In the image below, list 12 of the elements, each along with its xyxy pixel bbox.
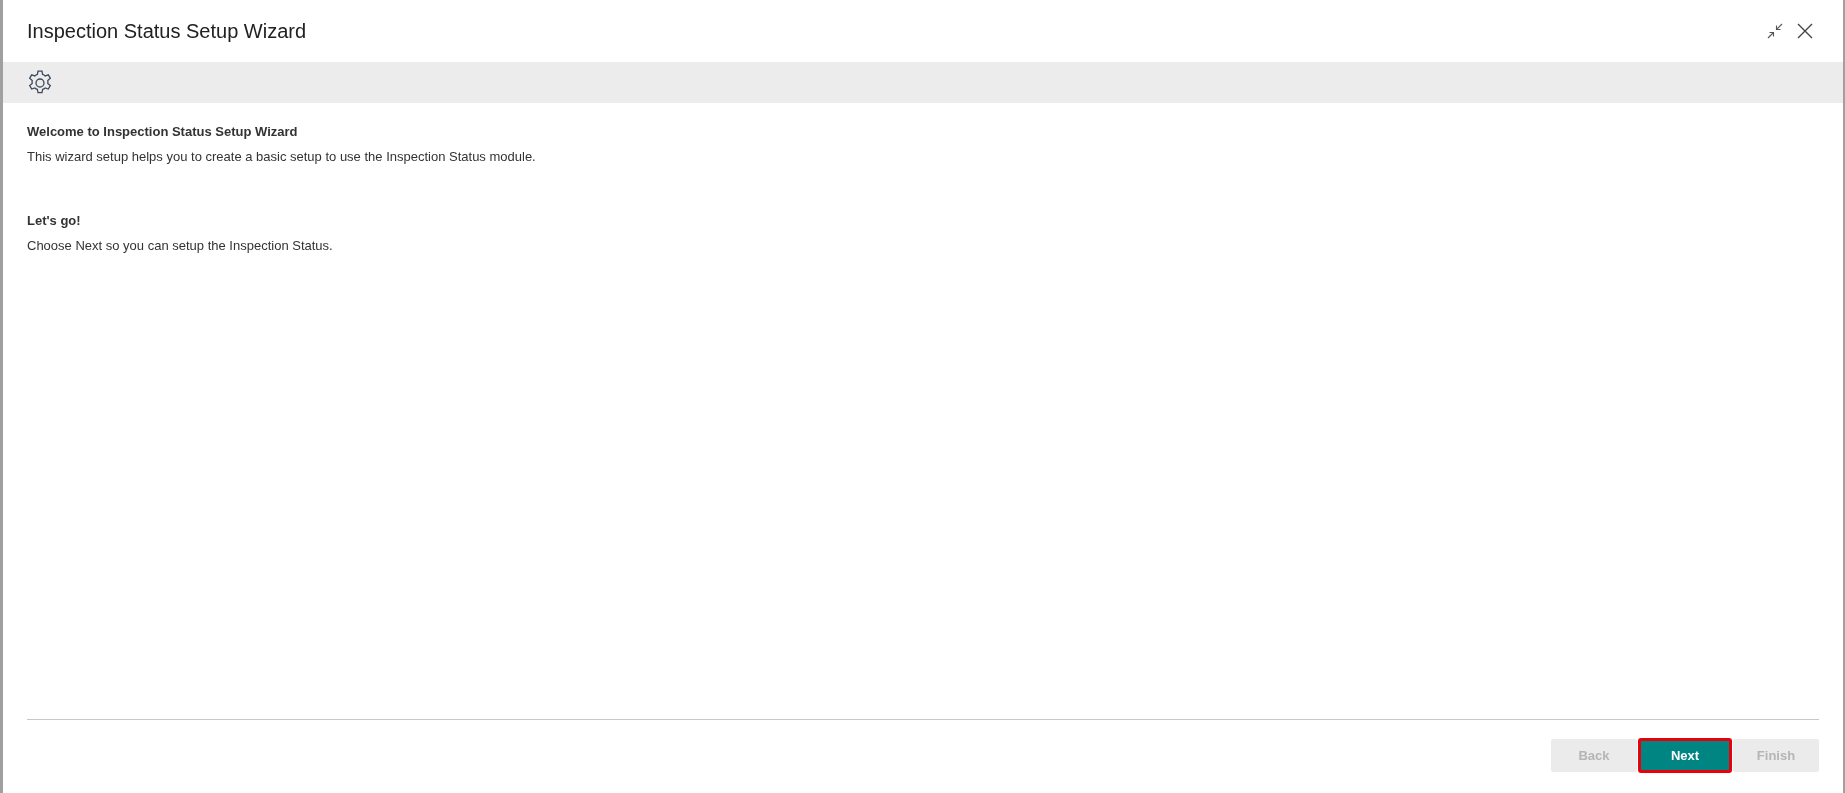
close-icon <box>1797 23 1813 39</box>
window-title: Inspection Status Setup Wizard <box>27 19 307 43</box>
settings-icon <box>27 69 53 96</box>
collapse-arrows-icon <box>1767 23 1783 39</box>
wizard-button[interactable]: Next <box>1639 739 1731 772</box>
section-heading: Welcome to Inspection Status Setup Wizard <box>27 123 299 141</box>
section-text: This wizard setup helps you to create a basic setup to use the Inspection Status module. <box>27 148 537 166</box>
close-button[interactable] <box>1797 23 1813 39</box>
collapse-button[interactable] <box>1767 23 1783 39</box>
settings-button[interactable] <box>27 69 53 96</box>
section-heading: Let's go! <box>27 212 82 230</box>
section-text: Choose Next so you can setup the Inspection Status. <box>27 237 334 255</box>
